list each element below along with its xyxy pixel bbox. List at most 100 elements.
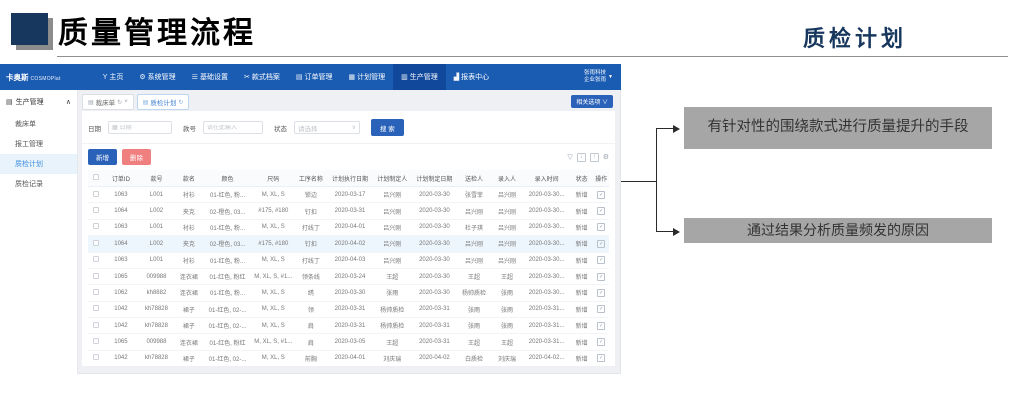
edit-icon[interactable]: ✓ [597,289,605,297]
table-cell: kh78828 [138,301,174,317]
row-checkbox[interactable] [88,350,103,366]
row-checkbox[interactable] [88,334,103,350]
row-checkbox[interactable] [88,318,103,334]
table-row: 1065009988连衣裙01-红色, 粉红M, XL, S, #1...肩20… [88,334,609,350]
sidebar-item-0[interactable]: 裁床单 [0,114,77,134]
row-checkbox[interactable] [88,252,103,268]
nav-item-2[interactable]: ☰基础设置 [184,64,236,90]
column-header: 状态 [570,170,594,187]
connector-line [621,181,657,182]
refresh-icon[interactable]: ↻ [178,99,183,106]
nav-item-5[interactable]: ▦计划管理 [340,64,393,90]
sidebar-group-production[interactable]: ▤ 生产管理 ∧ [0,90,77,114]
table-cell: 吕兴刚 [491,187,524,203]
download-icon[interactable]: ↓ [577,153,586,162]
close-icon[interactable]: × [124,99,128,105]
table-cell: M, XL, S [252,219,295,235]
edit-icon[interactable]: ✓ [597,338,605,346]
select-all-checkbox[interactable] [88,170,103,187]
row-operation: ✓ [593,203,609,219]
tab-label: 质检计划 [150,97,176,107]
table-cell: 1042 [103,350,138,366]
table-cell: 2020-04-01 [327,350,373,366]
connector-line [656,231,673,232]
nav-item-6[interactable]: ▥生产管理 [393,64,446,90]
nav-item-1[interactable]: ⚙系统管理 [131,64,183,90]
chevron-down-icon: ▼ [608,74,613,80]
table-cell: 肩 [295,318,327,334]
add-button[interactable]: 新增 [88,149,117,165]
filter-bar: 日期 ▦ 款号 状态 请选择 ∨ 搜 索 [82,111,615,144]
date-input[interactable] [120,125,168,131]
table-cell: 裙子 [174,350,203,366]
edit-icon[interactable]: ✓ [597,305,605,313]
edit-icon[interactable]: ✓ [597,223,605,231]
checkbox-icon [93,289,99,295]
row-operation: ✓ [593,318,609,334]
row-checkbox[interactable] [88,187,103,203]
slide-page: 质量管理流程 质检计划 卡奥斯 COSMOPlat Y主页⚙系统管理☰基础设置✂… [0,0,1014,403]
checkbox-icon [93,240,99,246]
edit-icon[interactable]: ✓ [597,240,605,248]
title-divider [57,56,1008,57]
column-header: 工序名称 [295,170,327,187]
table-cell: 新增 [570,236,594,252]
nav-item-4[interactable]: ▤订单管理 [288,64,341,90]
table-cell: 1042 [103,301,138,317]
table-cell: L001 [138,187,174,203]
row-checkbox[interactable] [88,219,103,235]
date-label: 日期 [88,123,101,133]
table-cell: 2020-03-31 [411,301,457,317]
filter-icon[interactable]: ▽ [567,153,572,161]
table-cell: 吕兴刚 [458,236,491,252]
edit-icon[interactable]: ✓ [597,273,605,281]
table-cell: 张雨 [491,285,524,301]
gear-icon[interactable]: ⚙ [603,153,609,161]
column-header: 送检人 [458,170,491,187]
tab-0[interactable]: ▤裁床单↻× [82,94,134,110]
row-checkbox[interactable] [88,203,103,219]
edit-icon[interactable]: ✓ [597,207,605,215]
row-checkbox[interactable] [88,268,103,284]
upload-icon[interactable]: ↑ [590,153,599,162]
row-checkbox[interactable] [88,236,103,252]
annotation-box-quality-improvement: 有针对性的围绕款式进行质量提升的手段 [684,107,992,149]
row-checkbox[interactable] [88,285,103,301]
table-row: 1064L002夹克02-橙色, 03...#175, #180钉扣2020-0… [88,203,609,219]
edit-icon[interactable]: ✓ [597,191,605,199]
table-cell: M, XL, S [252,350,295,366]
edit-icon[interactable]: ✓ [597,354,605,362]
table-cell: 连衣裙 [174,285,203,301]
sidebar-item-3[interactable]: 质检记录 [0,174,77,194]
sidebar-item-1[interactable]: 报工管理 [0,134,77,154]
status-select[interactable]: 请选择 ∨ [294,121,360,134]
row-operation: ✓ [593,219,609,235]
nav-item-7[interactable]: ▟报表中心 [446,64,497,90]
connector-line [656,128,657,232]
refresh-icon[interactable]: ↻ [117,99,122,106]
row-checkbox[interactable] [88,301,103,317]
edit-icon[interactable]: ✓ [597,256,605,264]
table-cell: 王超 [458,268,491,284]
table-cell: 新增 [570,318,594,334]
nav-item-0[interactable]: Y主页 [95,64,132,90]
delete-button[interactable]: 删除 [122,149,151,165]
app-logo[interactable]: 卡奥斯 COSMOPlat [0,72,61,83]
table-row: 1042kh78828裙子01-红色, 02-...M, XL, S前胸2020… [88,350,609,366]
column-header: 款号 [138,170,174,187]
style-archive-icon: ✂ [244,73,250,81]
table-cell: 张雨 [373,285,411,301]
style-input[interactable] [207,125,259,131]
user-menu[interactable]: 张雨科技 企业张雨 ▼ [584,70,621,85]
search-button[interactable]: 搜 索 [371,119,404,136]
table-cell: L002 [138,203,174,219]
table-cell: 连衣裙 [174,268,203,284]
nav-item-3[interactable]: ✂款式档案 [236,64,288,90]
tab-1[interactable]: ▤质检计划↻ [137,94,190,110]
table-cell: 刘庆瑞 [373,350,411,366]
table-cell: 吕兴刚 [491,203,524,219]
table-cell: 01-红色, 粉... [203,252,251,268]
sidebar-item-2[interactable]: 质检计划 [0,154,77,174]
edit-icon[interactable]: ✓ [597,322,605,330]
app-content: ▤裁床单↻×▤质检计划↻ 日期 ▦ 款号 状态 请选择 ∨ [78,90,621,374]
